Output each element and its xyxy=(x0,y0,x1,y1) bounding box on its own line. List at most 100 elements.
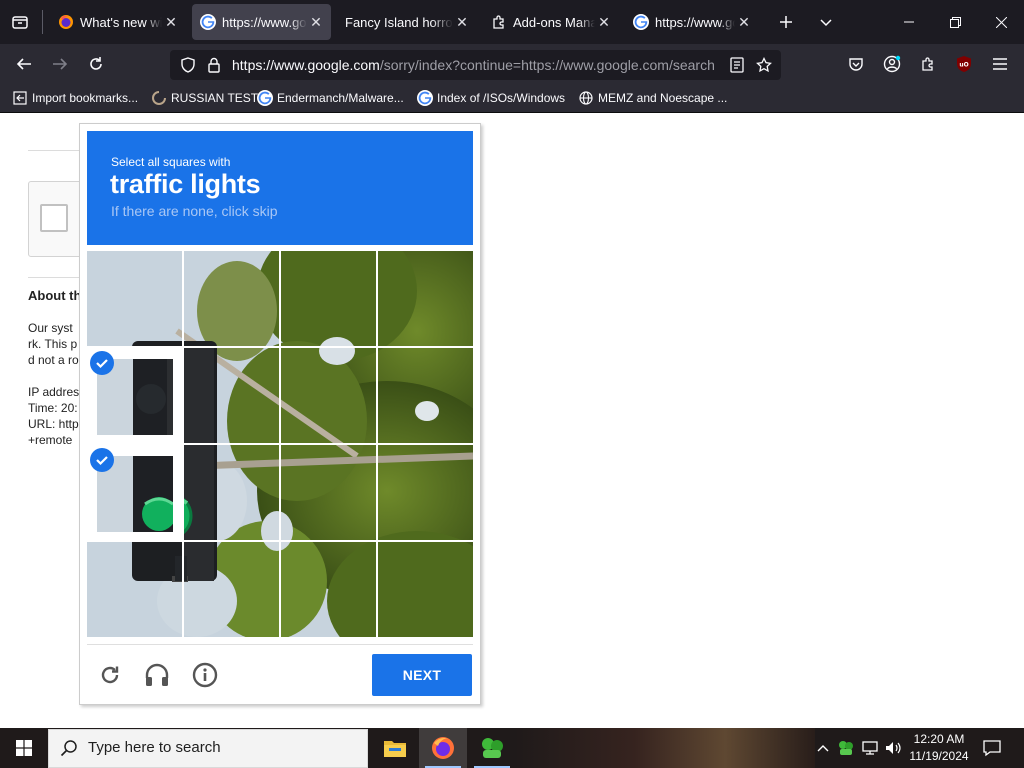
bookmark-import[interactable]: Import bookmarks... xyxy=(12,89,138,107)
ublock-origin-icon: uO xyxy=(957,56,971,72)
bookmark-memz[interactable]: MEMZ and Noescape ... xyxy=(578,89,727,107)
screen: What's new with ✕ https://www.go ✕ Fancy… xyxy=(0,0,1024,768)
chevron-down-icon xyxy=(820,19,832,27)
bookmark-russian-test[interactable]: RUSSIAN TEST xyxy=(151,89,258,107)
reload-button[interactable] xyxy=(82,50,110,78)
url-path: /sorry/index?continue=https://www.google… xyxy=(379,57,715,73)
info-button[interactable] xyxy=(191,661,219,689)
account-button[interactable] xyxy=(880,52,904,76)
grid-tile-r2c1[interactable] xyxy=(184,445,280,541)
google-icon xyxy=(200,14,216,30)
show-hidden-icons-button[interactable] xyxy=(813,738,833,758)
grid-tile-r3c2[interactable] xyxy=(281,542,377,637)
tab-close-icon[interactable]: ✕ xyxy=(309,14,323,31)
captcha-target: traffic lights xyxy=(110,169,261,199)
close-window-button[interactable] xyxy=(978,0,1024,44)
grid-tile-r2c0-selected[interactable] xyxy=(87,445,183,541)
grid-tile-r1c3[interactable] xyxy=(378,348,473,444)
url-host: https://www.google.com xyxy=(232,57,380,73)
page-line: rk. This p xyxy=(28,337,78,351)
page-line: +remote xyxy=(28,433,73,447)
restore-button[interactable] xyxy=(932,0,978,44)
start-button[interactable] xyxy=(0,728,48,768)
grid-tile-r0c2[interactable] xyxy=(281,251,377,347)
captcha-header: Select all squares with traffic lights I… xyxy=(87,131,473,245)
tab-close-icon[interactable]: ✕ xyxy=(455,14,469,31)
lock-icon[interactable] xyxy=(204,55,224,75)
google-icon xyxy=(257,90,273,106)
tab-addons-manager[interactable]: Add-ons Manag ✕ xyxy=(483,4,619,40)
close-icon xyxy=(995,16,1007,28)
bookmark-endermanch[interactable]: Endermanch/Malware... xyxy=(257,89,404,107)
bookmark-label: Endermanch/Malware... xyxy=(277,91,404,105)
grid-tile-r1c2[interactable] xyxy=(281,348,377,444)
plus-icon xyxy=(780,16,792,28)
network-icon[interactable] xyxy=(860,738,882,758)
list-all-tabs-button[interactable] xyxy=(812,8,840,36)
grid-tile-r3c3[interactable] xyxy=(378,542,473,637)
checkmark-icon xyxy=(90,448,114,472)
tracking-protection-icon[interactable] xyxy=(178,55,198,75)
tab-google-2[interactable]: https://www.go ✕ xyxy=(625,4,759,40)
page-line: IP addres xyxy=(28,385,80,399)
page-line: URL: http xyxy=(28,417,79,431)
tab-bar: What's new with ✕ https://www.go ✕ Fancy… xyxy=(0,0,1024,44)
taskbar-firefox[interactable] xyxy=(419,728,467,768)
minimize-button[interactable] xyxy=(886,0,932,44)
page-line: Our syst xyxy=(28,321,73,335)
tab-title: https://www.go xyxy=(222,14,307,30)
grid-tile-r2c2[interactable] xyxy=(281,445,377,541)
google-icon xyxy=(633,14,649,30)
reload-icon xyxy=(90,57,102,70)
bookmark-index-isos[interactable]: Index of /ISOs/Windows xyxy=(417,89,565,107)
url-field[interactable]: https://www.google.com/sorry/index?conti… xyxy=(232,57,718,74)
search-icon xyxy=(58,737,80,759)
windows-logo-icon xyxy=(16,740,32,756)
back-button[interactable] xyxy=(10,50,38,78)
grid-tile-r0c0[interactable] xyxy=(87,251,183,347)
grid-tile-r0c1[interactable] xyxy=(184,251,280,347)
hamburger-menu-icon xyxy=(993,58,1007,70)
svg-text:uO: uO xyxy=(959,62,968,69)
import-icon xyxy=(12,90,28,106)
firefox-view-button[interactable] xyxy=(6,8,34,36)
taskbar-file-explorer[interactable] xyxy=(371,728,419,768)
tray-app-icon[interactable] xyxy=(836,738,856,758)
grid-tile-r2c3[interactable] xyxy=(378,445,473,541)
tab-google-sorry[interactable]: https://www.go ✕ xyxy=(192,4,331,40)
tab-close-icon[interactable]: ✕ xyxy=(164,14,178,31)
bookmark-star-button[interactable] xyxy=(754,55,774,75)
grid-tile-r3c0[interactable] xyxy=(87,542,183,637)
tab-whats-new[interactable]: What's new with ✕ xyxy=(50,4,186,40)
grid-tile-r1c1[interactable] xyxy=(184,348,280,444)
taskbar-search-placeholder: Type here to search xyxy=(88,739,221,756)
tab-close-icon[interactable]: ✕ xyxy=(737,14,751,31)
minimize-icon xyxy=(904,21,914,23)
new-tab-button[interactable] xyxy=(772,8,800,36)
restore-icon xyxy=(949,16,961,28)
grid-tile-r0c3[interactable] xyxy=(378,251,473,347)
audio-challenge-button[interactable] xyxy=(143,661,171,689)
reload-challenge-button[interactable] xyxy=(96,661,124,689)
next-button[interactable]: NEXT xyxy=(372,654,472,696)
notifications-button[interactable] xyxy=(980,736,1004,760)
taskbar-green-app[interactable] xyxy=(468,728,516,768)
tab-close-icon[interactable]: ✕ xyxy=(597,14,611,31)
grid-tile-r3c1[interactable] xyxy=(184,542,280,637)
pocket-button[interactable] xyxy=(844,52,868,76)
reader-view-button[interactable] xyxy=(727,55,747,75)
grid-tile-r1c0-selected[interactable] xyxy=(87,348,183,444)
taskbar-clock[interactable]: 12:20 AM 11/19/2024 xyxy=(906,731,972,765)
extensions-button[interactable] xyxy=(916,52,940,76)
page-line: Time: 20: xyxy=(28,401,78,415)
back-arrow-icon xyxy=(16,58,31,70)
recaptcha-checkbox[interactable] xyxy=(40,204,68,232)
notification-icon xyxy=(983,740,1001,757)
ublock-origin-button[interactable]: uO xyxy=(952,52,976,76)
volume-icon[interactable] xyxy=(884,738,904,758)
app-menu-button[interactable] xyxy=(988,52,1012,76)
google-icon xyxy=(417,90,433,106)
tab-fancy-island[interactable]: Fancy Island horror ✕ xyxy=(337,4,477,40)
forward-button[interactable] xyxy=(46,50,74,78)
taskbar-wallpaper-tint xyxy=(515,728,815,768)
